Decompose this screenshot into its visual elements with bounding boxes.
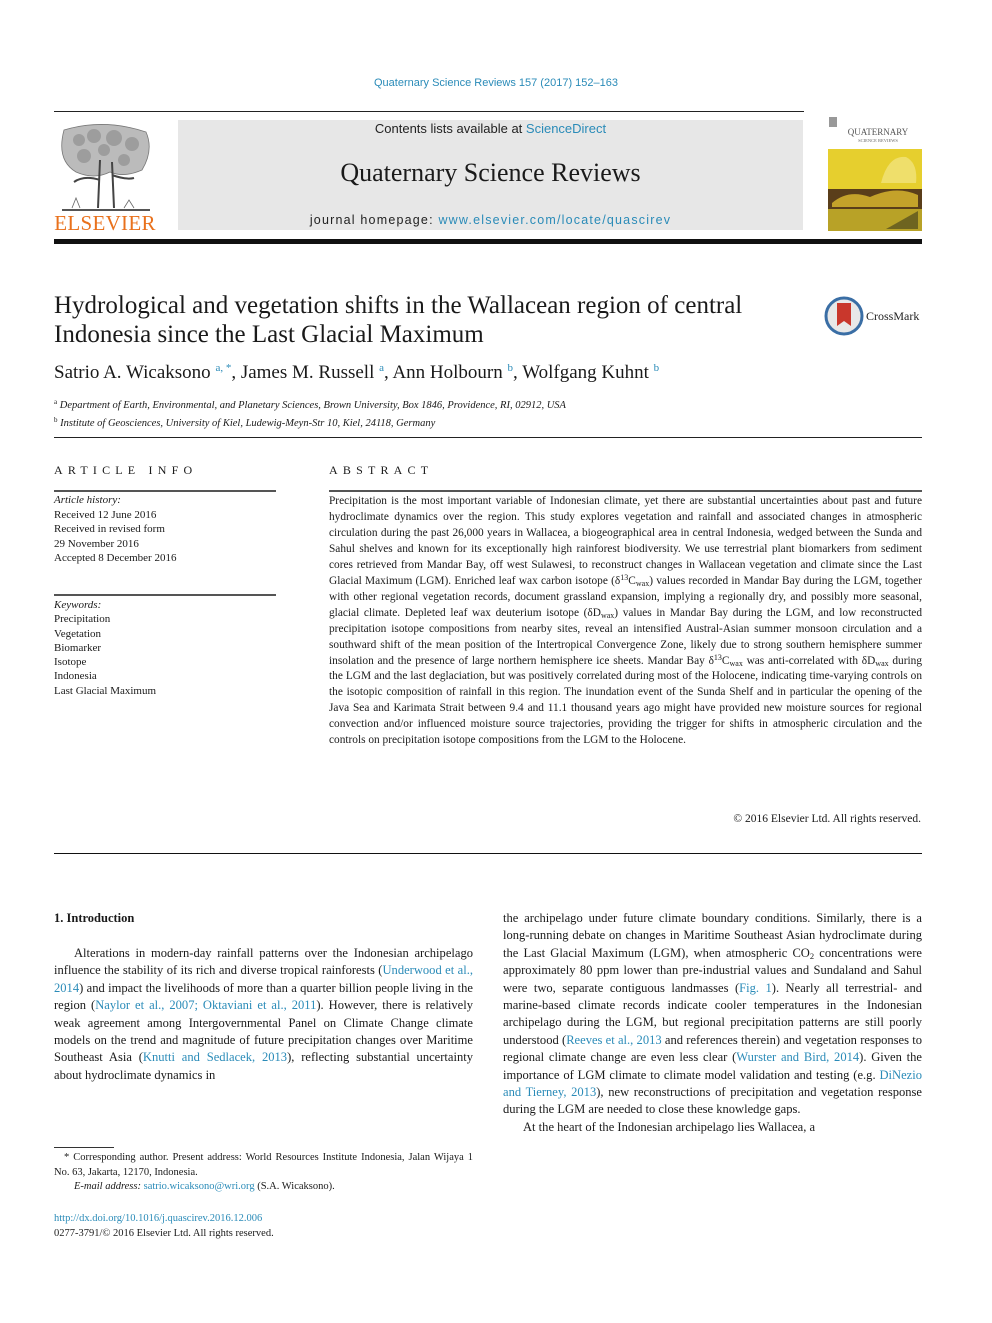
author-affiliation-mark[interactable]: b [654, 362, 660, 374]
figure-link[interactable]: Fig. 1 [739, 981, 772, 995]
crossmark-badge-icon[interactable]: CrossMark [824, 296, 924, 336]
affiliation-text: Department of Earth, Environmental, and … [59, 400, 566, 411]
article-history: Article history: Received 12 June 2016 R… [54, 493, 276, 566]
keyword: Biomarker [54, 641, 102, 654]
author-affiliation-mark[interactable]: a, * [215, 362, 231, 374]
journal-citation-link[interactable]: Quaternary Science Reviews 157 (2017) 15… [0, 77, 992, 89]
history-item: Received 12 June 2016 [54, 508, 157, 521]
citation-link[interactable]: Reeves et al., 2013 [566, 1033, 661, 1047]
body-column-left: Alterations in modern-day rainfall patte… [54, 945, 473, 1084]
elsevier-wordmark: ELSEVIER [54, 211, 156, 235]
citation-link[interactable]: Knutti and Sedlacek, 2013 [143, 1050, 287, 1064]
author-name[interactable]: Satrio A. Wicaksono [54, 362, 211, 383]
cover-title: QUATERNARY [848, 127, 909, 137]
wax-subscript: wax [729, 658, 743, 668]
author-name[interactable]: Wolfgang Kuhnt [522, 362, 649, 383]
affiliations: a Department of Earth, Environmental, an… [54, 395, 914, 431]
affiliation: b Institute of Geosciences, University o… [54, 413, 914, 431]
abstract-heading: ABSTRACT [329, 463, 434, 477]
author-name[interactable]: Ann Holbourn [392, 362, 502, 383]
paragraph: the archipelago under future climate bou… [503, 910, 922, 1119]
contents-prefix: Contents lists available at [374, 121, 526, 136]
history-item: Accepted 8 December 2016 [54, 552, 177, 564]
wax-subscript: wax [600, 610, 615, 620]
doi-link[interactable]: http://dx.doi.org/10.1016/j.quascirev.20… [54, 1213, 262, 1224]
cover-subtitle: SCIENCE REVIEWS [858, 138, 898, 143]
journal-homepage: journal homepage: www.elsevier.com/locat… [178, 213, 803, 227]
crossmark-label: CrossMark [866, 309, 919, 323]
abstract-rule [329, 490, 922, 492]
wax-subscript: wax [875, 658, 889, 668]
delta-d-symbol: δD [587, 606, 601, 619]
author-name[interactable]: James M. Russell [241, 362, 375, 383]
journal-name: Quaternary Science Reviews [340, 158, 641, 187]
paragraph: At the heart of the Indonesian archipela… [523, 1119, 816, 1134]
corresponding-author-footnote: * Corresponding author. Present address:… [54, 1151, 473, 1195]
keyword: Precipitation [54, 613, 111, 626]
carbon-symbol: C [721, 654, 730, 667]
keywords-rule [54, 594, 276, 596]
corresponding-author-note: * Corresponding author. Present address:… [54, 1152, 473, 1178]
keyword: Vegetation [54, 627, 102, 640]
keywords-label: Keywords: [54, 599, 102, 611]
homepage-prefix: journal homepage: [309, 213, 439, 227]
header-thick-rule [54, 239, 922, 244]
sciencedirect-link[interactable]: ScienceDirect [526, 121, 606, 136]
isotope-superscript: 13 [713, 652, 722, 662]
keyword: Last Glacial Maximum [54, 684, 157, 697]
affiliation-rule [54, 437, 922, 438]
affiliation-mark: b [54, 416, 58, 424]
author-separator: , [513, 362, 523, 383]
email-line: E-mail address: satrio.wicaksono@wri.org… [54, 1180, 473, 1195]
delta-d-symbol: δD [861, 654, 876, 667]
keyword: Isotope [54, 656, 87, 669]
article-title: Hydrological and vegetation shifts in th… [54, 292, 743, 348]
keywords-list: Keywords: Precipitation Vegetation Bioma… [54, 598, 276, 698]
history-item: 29 November 2016 [54, 537, 139, 550]
article-info-heading: ARTICLE INFO [54, 463, 198, 477]
abstract-segment: was anti-correlated with [742, 654, 862, 667]
homepage-link[interactable]: www.elsevier.com/locate/quascirev [438, 213, 671, 227]
citation-link[interactable]: Wurster and Bird, 2014 [736, 1050, 859, 1064]
carbon-symbol: C [628, 574, 636, 587]
affiliation-mark: a [54, 398, 58, 406]
affiliation: a Department of Earth, Environmental, an… [54, 395, 914, 413]
history-item: Received in revised form [54, 523, 165, 535]
wax-subscript: wax [635, 578, 650, 588]
section-heading-introduction: 1. Introduction [54, 911, 135, 925]
abstract-copyright: © 2016 Elsevier Ltd. All rights reserved… [733, 813, 921, 825]
email-link[interactable]: satrio.wicaksono@wri.org [144, 1181, 255, 1192]
citation-link[interactable]: Naylor et al., 2007; Oktaviani et al., 2… [95, 998, 316, 1012]
email-label: E-mail address: [74, 1181, 144, 1192]
email-suffix: (S.A. Wicaksono). [254, 1181, 335, 1192]
abstract-text: Precipitation is the most important vari… [329, 494, 922, 749]
journal-cover-image[interactable]: QUATERNARY SCIENCE REVIEWS [826, 111, 922, 231]
footnote-rule [54, 1147, 114, 1148]
body-column-right: the archipelago under future climate bou… [503, 910, 922, 1136]
doi-block: http://dx.doi.org/10.1016/j.quascirev.20… [54, 1211, 473, 1241]
header-rule [54, 111, 804, 112]
keyword: Indonesia [54, 670, 97, 683]
author-separator: , [231, 362, 241, 383]
article-info-rule [54, 490, 276, 492]
history-label: Article history: [54, 494, 121, 506]
body-rule [54, 853, 922, 854]
affiliation-text: Institute of Geosciences, University of … [60, 418, 436, 429]
issn-copyright: 0277-3791/© 2016 Elsevier Ltd. All right… [54, 1228, 274, 1239]
contents-availability: Contents lists available at ScienceDirec… [178, 121, 803, 136]
author-list: Satrio A. Wicaksono a, *, James M. Russe… [54, 362, 914, 384]
abstract-segment: during the LGM and the last deglaciation… [329, 654, 922, 747]
